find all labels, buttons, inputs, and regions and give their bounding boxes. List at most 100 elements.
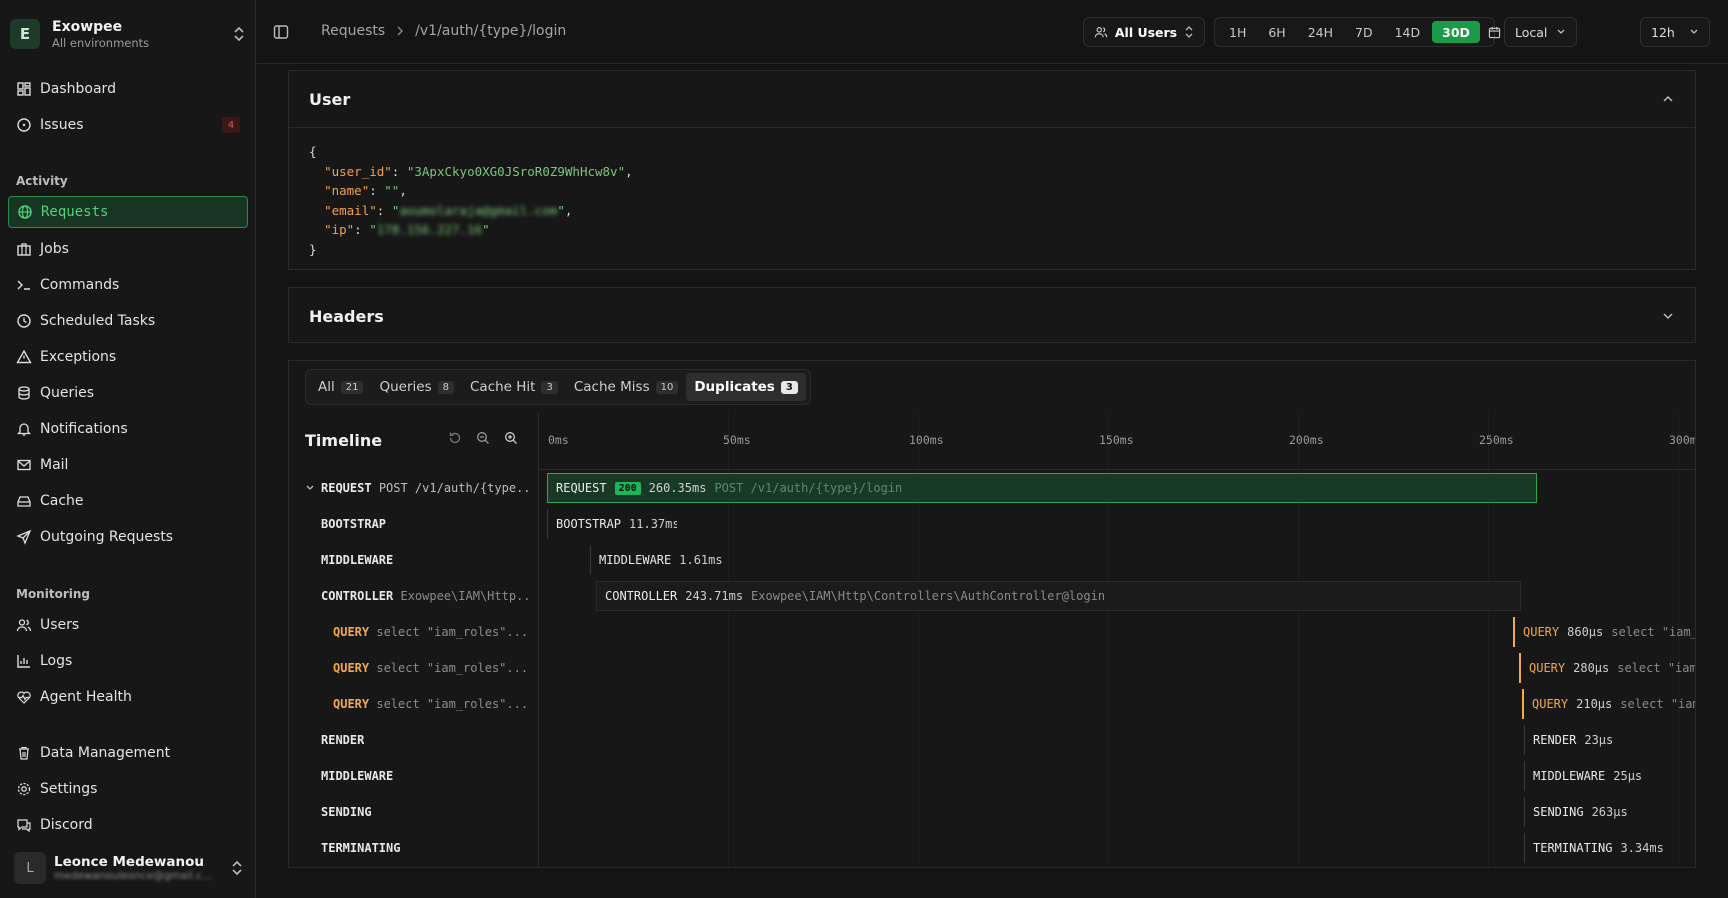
range-24h[interactable]: 24H <box>1298 21 1343 43</box>
tab-duplicates[interactable]: Duplicates 3 <box>686 373 806 401</box>
span-bar-query[interactable]: QUERY 280µs select "iam_ <box>1519 653 1695 683</box>
tab-all[interactable]: All 21 <box>310 373 371 401</box>
tab-queries[interactable]: Queries 8 <box>371 373 462 401</box>
span-bar-name: REQUEST <box>556 481 607 495</box>
tab-count: 3 <box>541 380 558 394</box>
sidebar-item-queries[interactable]: Queries <box>8 377 248 409</box>
span-bar-name: TERMINATING <box>1533 841 1613 855</box>
span-bar-bootstrap[interactable]: BOOTSTRAP 11.37ms <box>547 509 677 539</box>
span-label-query[interactable]: QUERY select "iam_roles".... <box>333 697 531 711</box>
span-duration: 860µs <box>1567 625 1604 639</box>
calendar-icon <box>1488 26 1501 38</box>
range-14d[interactable]: 14D <box>1385 21 1431 43</box>
tick-label: 50ms <box>723 433 751 447</box>
chevrons-up-down-icon <box>234 26 244 42</box>
span-name: TERMINATING <box>321 841 401 855</box>
span-name: CONTROLLER <box>321 589 394 603</box>
sidebar-item-logs[interactable]: Logs <box>8 645 248 677</box>
sidebar-item-commands[interactable]: Commands <box>8 269 248 301</box>
sidebar-item-agent-health[interactable]: Agent Health <box>8 681 248 713</box>
json-key: "user_id" <box>324 163 392 179</box>
range-6h[interactable]: 6H <box>1258 21 1295 43</box>
span-bar-sending[interactable]: SENDING 263µs <box>1524 797 1695 827</box>
sidebar-item-dashboard[interactable]: Dashboard <box>8 73 248 105</box>
timezone-select[interactable]: Local <box>1504 17 1577 47</box>
zoom-in-icon[interactable] <box>504 431 518 445</box>
sidebar-item-jobs[interactable]: Jobs <box>8 233 248 265</box>
trash-icon <box>19 746 29 760</box>
span-label-middleware[interactable]: MIDDLEWARE <box>321 769 393 783</box>
span-detail: Exowpee\IAM\Http... <box>400 589 531 603</box>
account-switcher[interactable]: L Leonce Medewanou medewanouleonce@gmail… <box>14 850 244 886</box>
span-label-terminating[interactable]: TERMINATING <box>321 841 400 855</box>
divider <box>539 469 1695 470</box>
sidebar-item-mail[interactable]: Mail <box>8 449 248 481</box>
issues-icon <box>17 118 31 132</box>
span-bar-name: RENDER <box>1533 733 1577 747</box>
span-name: RENDER <box>321 733 365 747</box>
range-30d[interactable]: 30D <box>1432 21 1480 43</box>
range-7d[interactable]: 7D <box>1345 21 1383 43</box>
team-switcher[interactable]: E Exowpee All environments <box>10 14 246 54</box>
sidebar-item-exceptions[interactable]: Exceptions <box>8 341 248 373</box>
account-email: medewanouleonce@gmail.c... <box>54 870 213 882</box>
sidebar-item-label: Logs <box>40 653 73 669</box>
sidebar-item-data-management[interactable]: Data Management <box>8 737 248 769</box>
span-label-sending[interactable]: SENDING <box>321 805 372 819</box>
span-bar-query[interactable]: QUERY 860µs select "iam_ <box>1513 617 1695 647</box>
sidebar-item-outgoing-requests[interactable]: Outgoing Requests <box>8 521 248 553</box>
span-bar-middleware[interactable]: MIDDLEWARE 25µs <box>1524 761 1695 791</box>
span-bar-controller[interactable]: CONTROLLER 243.71ms Exowpee\IAM\Http\Contr… <box>596 581 1521 611</box>
span-label-query[interactable]: QUERY select "iam_roles".... <box>333 661 531 675</box>
sidebar-item-issues[interactable]: Issues 4 <box>8 109 248 141</box>
chevrons-up-down-icon <box>1185 26 1193 38</box>
sidebar-item-cache[interactable]: Cache <box>8 485 248 517</box>
span-label-query[interactable]: QUERY select "iam_roles".... <box>333 625 531 639</box>
users-icon <box>1094 27 1108 38</box>
chevron-right-icon <box>397 26 404 36</box>
sidebar-item-settings[interactable]: Settings <box>8 773 248 805</box>
sidebar-item-requests[interactable]: Requests <box>8 196 248 228</box>
tab-cache-miss[interactable]: Cache Miss 10 <box>566 373 686 401</box>
tab-label: Queries <box>379 379 432 395</box>
span-bar-detail: Exowpee\IAM\Http\Controllers\AuthControl… <box>751 589 1106 603</box>
span-bar-terminating[interactable]: TERMINATING 3.34ms <box>1524 833 1695 863</box>
span-label-bootstrap[interactable]: BOOTSTRAP <box>321 517 386 531</box>
headers-panel[interactable]: Headers <box>288 287 1696 343</box>
span-bar-middleware[interactable]: MIDDLEWARE 1.61ms <box>590 545 750 575</box>
span-duration: 3.34ms <box>1620 841 1664 855</box>
span-label-middleware[interactable]: MIDDLEWARE <box>321 553 393 567</box>
zoom-out-icon[interactable] <box>476 431 490 445</box>
span-label-render[interactable]: RENDER <box>321 733 364 747</box>
cache-icon <box>17 496 31 507</box>
sidebar-item-label: Settings <box>40 781 98 797</box>
tab-cache-hit[interactable]: Cache Hit 3 <box>462 373 566 401</box>
clock-format-select[interactable]: 12h <box>1640 17 1710 47</box>
user-json: { "user_id": "3ApxCkyo0XG0JSroR0Z9WhHcw8… <box>289 127 1695 273</box>
sidebar-item-discord[interactable]: Discord <box>8 809 248 841</box>
sidebar-item-label: Scheduled Tasks <box>40 313 156 329</box>
sidebar-item-notifications[interactable]: Notifications <box>8 413 248 445</box>
span-label-controller[interactable]: CONTROLLER Exowpee\IAM\Http... <box>321 589 531 603</box>
span-label-request[interactable]: REQUEST POST /v1/auth/{type... <box>305 481 530 495</box>
tab-count: 10 <box>655 380 679 394</box>
span-bar-render[interactable]: RENDER 23µs <box>1524 725 1695 755</box>
account-name: Leonce Medewanou <box>54 854 204 870</box>
span-bar-query[interactable]: QUERY 210µs select "iam_ <box>1522 689 1695 719</box>
clock-icon <box>17 314 31 328</box>
headers-panel-header[interactable]: Headers <box>289 288 1695 344</box>
timeline-panel: All 21 Queries 8 Cache Hit 3 Cache Miss 10 D… <box>288 360 1696 868</box>
sidebar-item-scheduled-tasks[interactable]: Scheduled Tasks <box>8 305 248 337</box>
range-1h[interactable]: 1H <box>1219 21 1256 43</box>
span-name: SENDING <box>321 805 372 819</box>
user-panel-header[interactable]: User <box>289 71 1695 127</box>
breadcrumb-root[interactable]: Requests <box>321 23 385 39</box>
user-filter-select[interactable]: All Users <box>1083 17 1205 47</box>
section-monitoring: Monitoring <box>16 587 90 601</box>
issues-count-badge: 4 <box>222 117 240 133</box>
database-icon <box>18 386 30 400</box>
span-bar-request[interactable]: REQUEST 200 260.35ms POST /v1/auth/{type}/l… <box>547 473 1537 503</box>
sidebar-toggle-icon[interactable] <box>273 24 289 40</box>
reset-zoom-icon[interactable] <box>448 431 462 445</box>
sidebar-item-users[interactable]: Users <box>8 609 248 641</box>
